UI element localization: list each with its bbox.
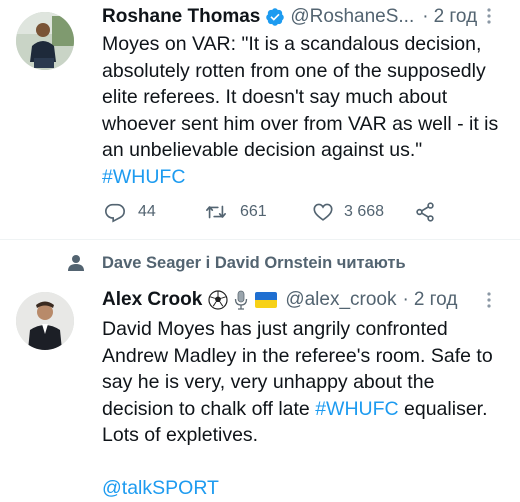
hashtag-link[interactable]: #WHUFC — [102, 164, 512, 191]
tweet1-body: Moyes on VAR: "It is a scandalous decisi… — [102, 31, 512, 190]
tweet2-header: Alex Crook @alex_crook · 2 год — [102, 289, 457, 311]
tweet-text-line: an unbelievable decision against us." — [102, 139, 423, 161]
author-handle[interactable]: @RoshaneS... — [290, 6, 414, 28]
ukraine-flag-emoji — [255, 292, 278, 308]
avatar-alex-crook[interactable] — [16, 292, 74, 350]
microphone-emoji — [232, 290, 250, 310]
tweet2-body: David Moyes has just angrily confronted … — [102, 316, 512, 501]
author-name[interactable]: Roshane Thomas — [102, 6, 260, 28]
author-name[interactable]: Alex Crook — [102, 289, 202, 311]
reply-button[interactable]: 44 — [104, 201, 156, 223]
more-dots-icon[interactable] — [482, 290, 496, 315]
more-dots-icon[interactable] — [482, 6, 496, 31]
reply-icon — [104, 201, 126, 223]
tweet1-header: Roshane Thomas @RoshaneS... · 2 год — [102, 6, 477, 28]
dot-separator: · — [402, 289, 409, 310]
social-context-text[interactable]: Dave Seager і David Ornstein читають — [102, 254, 406, 273]
share-icon[interactable] — [413, 201, 437, 228]
dot-separator: · — [422, 6, 429, 27]
author-handle[interactable]: @alex_crook — [285, 289, 396, 311]
hashtag-link[interactable]: #WHUFC — [315, 398, 398, 420]
retweet-icon — [204, 201, 228, 223]
tweet-text-line: decision to chalk off late #WHUFC equali… — [102, 396, 512, 423]
mention-link[interactable]: @talkSPORT — [102, 475, 512, 502]
tweet-text-line: David Moyes has just angrily confronted — [102, 318, 448, 340]
person-icon — [67, 254, 85, 277]
tweet-text-line: absolutely rotten from one of the suppos… — [102, 59, 486, 82]
tweet-text-line: elite referees. It doesn't say much abou… — [102, 86, 448, 108]
retweet-button[interactable]: 661 — [204, 201, 267, 223]
verified-badge-icon — [265, 7, 285, 27]
tweet-text-line: whoever sent him over from VAR as well -… — [102, 112, 499, 135]
text-segment: equaliser. — [398, 397, 488, 420]
like-button[interactable]: 3 668 — [312, 201, 384, 223]
soccer-ball-emoji — [208, 290, 228, 310]
like-count: 3 668 — [344, 203, 385, 220]
tweet-divider — [0, 239, 520, 240]
text-segment: decision to chalk off late — [102, 397, 316, 420]
tweet-text-line: Andrew Madley in the referee's room. Saf… — [102, 344, 493, 367]
tweet-text-line: say he is very, very unhappy about the — [102, 371, 435, 393]
timestamp[interactable]: 2 год — [434, 6, 478, 28]
avatar-roshane-thomas[interactable] — [16, 12, 74, 70]
heart-icon — [312, 201, 334, 223]
tweet-text-line: Moyes on VAR: "It is a scandalous decisi… — [102, 33, 482, 55]
reply-count: 44 — [138, 203, 156, 220]
timestamp[interactable]: 2 год — [414, 289, 458, 311]
tweet-text-line: Lots of expletives. — [102, 424, 259, 446]
retweet-count: 661 — [240, 203, 267, 220]
